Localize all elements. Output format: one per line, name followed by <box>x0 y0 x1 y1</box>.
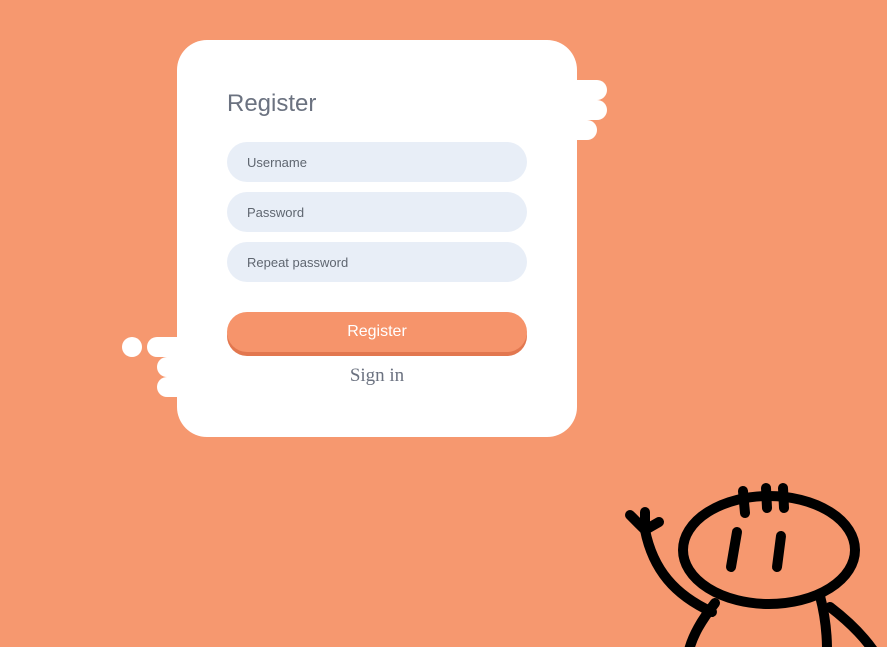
page-background: Register Register Sign in <box>0 0 887 647</box>
waving-doodle-icon <box>625 483 877 647</box>
repeat-password-input[interactable] <box>227 242 527 282</box>
form-title: Register <box>227 90 317 117</box>
register-card: Register Register Sign in <box>177 40 577 437</box>
register-button[interactable]: Register <box>227 312 527 352</box>
cloud-dot-left <box>122 337 142 357</box>
username-input[interactable] <box>227 142 527 182</box>
sign-in-link[interactable]: Sign in <box>227 364 527 388</box>
password-input[interactable] <box>227 192 527 232</box>
